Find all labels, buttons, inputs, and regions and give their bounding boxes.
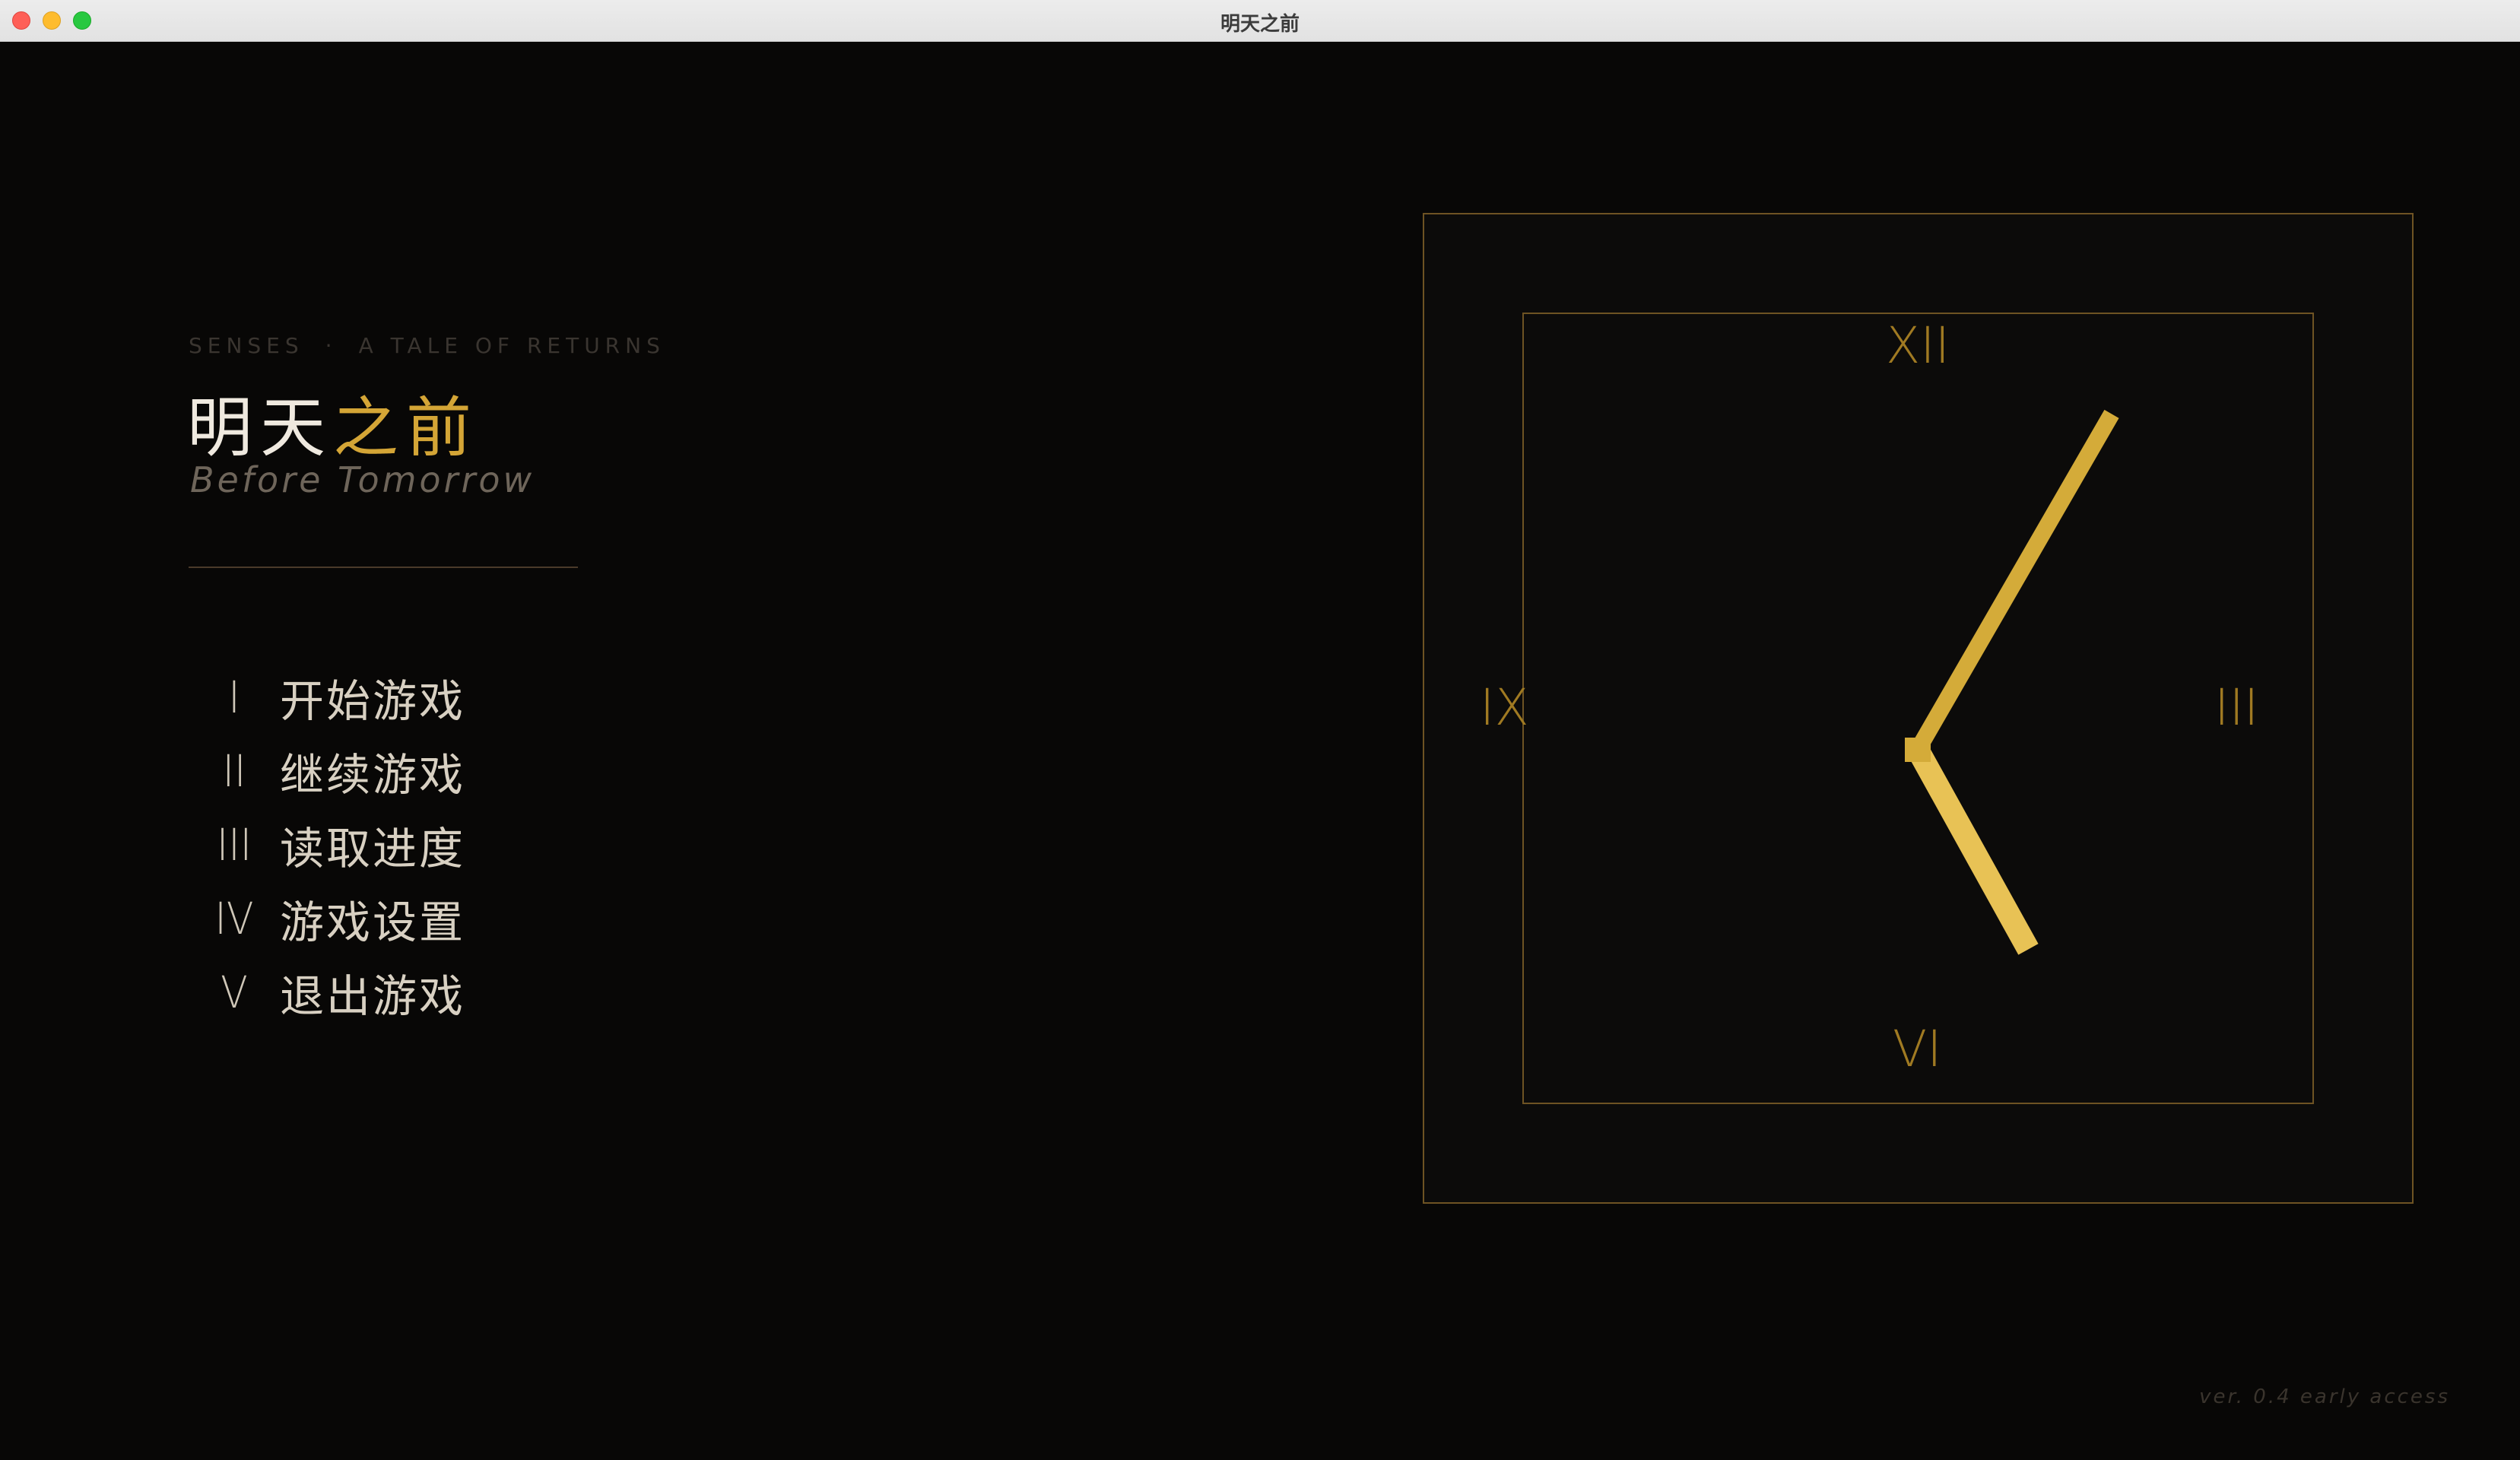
clock-hour-hand xyxy=(1907,744,2039,955)
clock-center-pin xyxy=(1905,738,1931,762)
tagline: SENSES · A TALE OF RETURNS xyxy=(189,333,665,358)
game-title: 明天之前 xyxy=(187,374,479,469)
clock-numeral-iii: III xyxy=(2214,678,2259,737)
game-title-plain: 明天 xyxy=(187,390,333,466)
menu-label: 继续游戏 xyxy=(280,748,466,801)
clock-numeral-vi: VI xyxy=(1893,1020,1942,1078)
menu-item-exit-game[interactable]: V 退出游戏 xyxy=(189,955,465,1029)
menu-item-continue-game[interactable]: II 继续游戏 xyxy=(189,734,465,808)
menu-label: 读取进度 xyxy=(280,822,466,874)
clock-minute-hand xyxy=(1910,409,2119,754)
menu-item-game-settings[interactable]: IV 游戏设置 xyxy=(189,881,465,955)
menu-numeral: III xyxy=(216,818,252,871)
menu-label: 开始游戏 xyxy=(280,674,466,727)
clock-numeral-ix: IX xyxy=(1480,678,1529,737)
tagline-left: SENSES xyxy=(189,333,304,358)
menu-label: 退出游戏 xyxy=(280,970,466,1022)
tagline-right: A TALE OF RETURNS xyxy=(358,333,665,358)
game-window: 明天之前 SENSES · A TALE OF RETURNS 明天之前 Befor… xyxy=(0,0,2520,1460)
title-bar: 明天之前 xyxy=(0,0,2520,42)
menu-numeral: IV xyxy=(214,892,254,944)
menu-item-start-game[interactable]: I 开始游戏 xyxy=(189,660,465,734)
tagline-separator: · xyxy=(325,333,338,358)
menu-numeral: II xyxy=(222,744,246,797)
menu-label: 游戏设置 xyxy=(280,896,466,948)
window-title: 明天之前 xyxy=(1220,13,1300,36)
title-divider xyxy=(189,567,578,568)
main-menu: I 开始游戏 II 继续游戏 III 读取进度 IV 游戏设置 V 退出游戏 xyxy=(189,660,465,1029)
menu-numeral: V xyxy=(221,966,248,1018)
game-title-accent: 之前 xyxy=(333,390,479,466)
clock-numeral-xii: XII xyxy=(1886,316,1950,375)
menu-item-load-progress[interactable]: III 读取进度 xyxy=(189,808,465,881)
menu-numeral: I xyxy=(228,671,240,723)
version-label: ver. 0.4 early access xyxy=(2199,1385,2450,1408)
game-subtitle: Before Tomorrow xyxy=(190,459,535,500)
